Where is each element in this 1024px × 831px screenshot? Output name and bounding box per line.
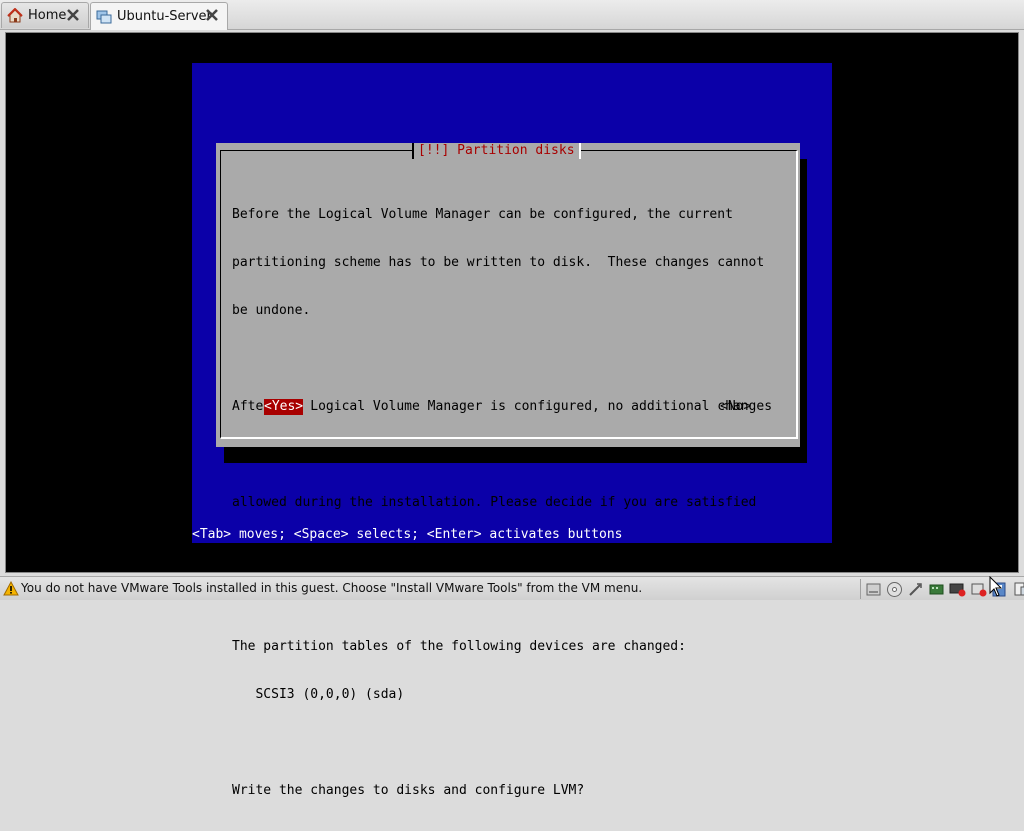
tab-bar: Home Ubuntu-Server (0, 0, 1024, 30)
status-bar: You do not have VMware Tools installed i… (0, 576, 1024, 600)
message-line (232, 351, 772, 367)
message-line: The partition tables of the following de… (232, 639, 686, 654)
message-line: After the Logical Volume Manager is conf… (232, 399, 773, 414)
partition-dialog: [!!] Partition disks Before the Logical … (216, 143, 800, 798)
message-line: to the partitioning scheme of disks cont… (232, 447, 757, 462)
message-line (232, 735, 772, 751)
vm-console[interactable]: [!!] Partition disks Before the Logical … (5, 32, 1019, 798)
warning-icon (3, 580, 19, 597)
vm-icon (96, 9, 112, 25)
floppy-icon[interactable] (970, 581, 987, 598)
message-line: be undone. (232, 303, 311, 318)
message-line: allowed during the installation. Please … (232, 495, 757, 510)
dialog-title: [!!] Partition disks (412, 143, 581, 159)
tab-ubuntu-server[interactable]: Ubuntu-Server (90, 2, 228, 30)
home-icon (7, 7, 23, 24)
keyboard-help-line: <Tab> moves; <Space> selects; <Enter> ac… (192, 527, 623, 542)
installer-screen: [!!] Partition disks Before the Logical … (192, 63, 832, 798)
mouse-cursor (989, 575, 1003, 598)
status-message: You do not have VMware Tools installed i… (21, 581, 643, 595)
message-line: partitioning scheme has to be written to… (232, 255, 765, 270)
usb-icon[interactable] (907, 581, 924, 598)
display-icon[interactable] (949, 581, 966, 598)
hard-disk-icon[interactable] (865, 581, 882, 598)
cd-rom-icon[interactable] (886, 581, 903, 598)
close-icon[interactable] (66, 8, 80, 22)
dialog-message: Before the Logical Volume Manager can be… (232, 175, 772, 831)
yes-button[interactable]: <Yes> (264, 399, 304, 415)
message-line: with the current partitioning scheme bef… (232, 543, 663, 558)
network-icon[interactable] (928, 581, 945, 598)
close-icon[interactable] (205, 8, 219, 22)
tab-label: Home (28, 8, 67, 23)
question-line: Write the changes to disks and configure… (232, 783, 585, 798)
no-button[interactable]: <No> (720, 399, 751, 415)
tab-label: Ubuntu-Server (117, 9, 212, 24)
message-line: Before the Logical Volume Manager can be… (232, 207, 733, 222)
tab-home[interactable]: Home (1, 2, 89, 28)
printer-icon[interactable] (1012, 581, 1024, 598)
device-line: SCSI3 (0,0,0) (sda) (232, 687, 405, 702)
